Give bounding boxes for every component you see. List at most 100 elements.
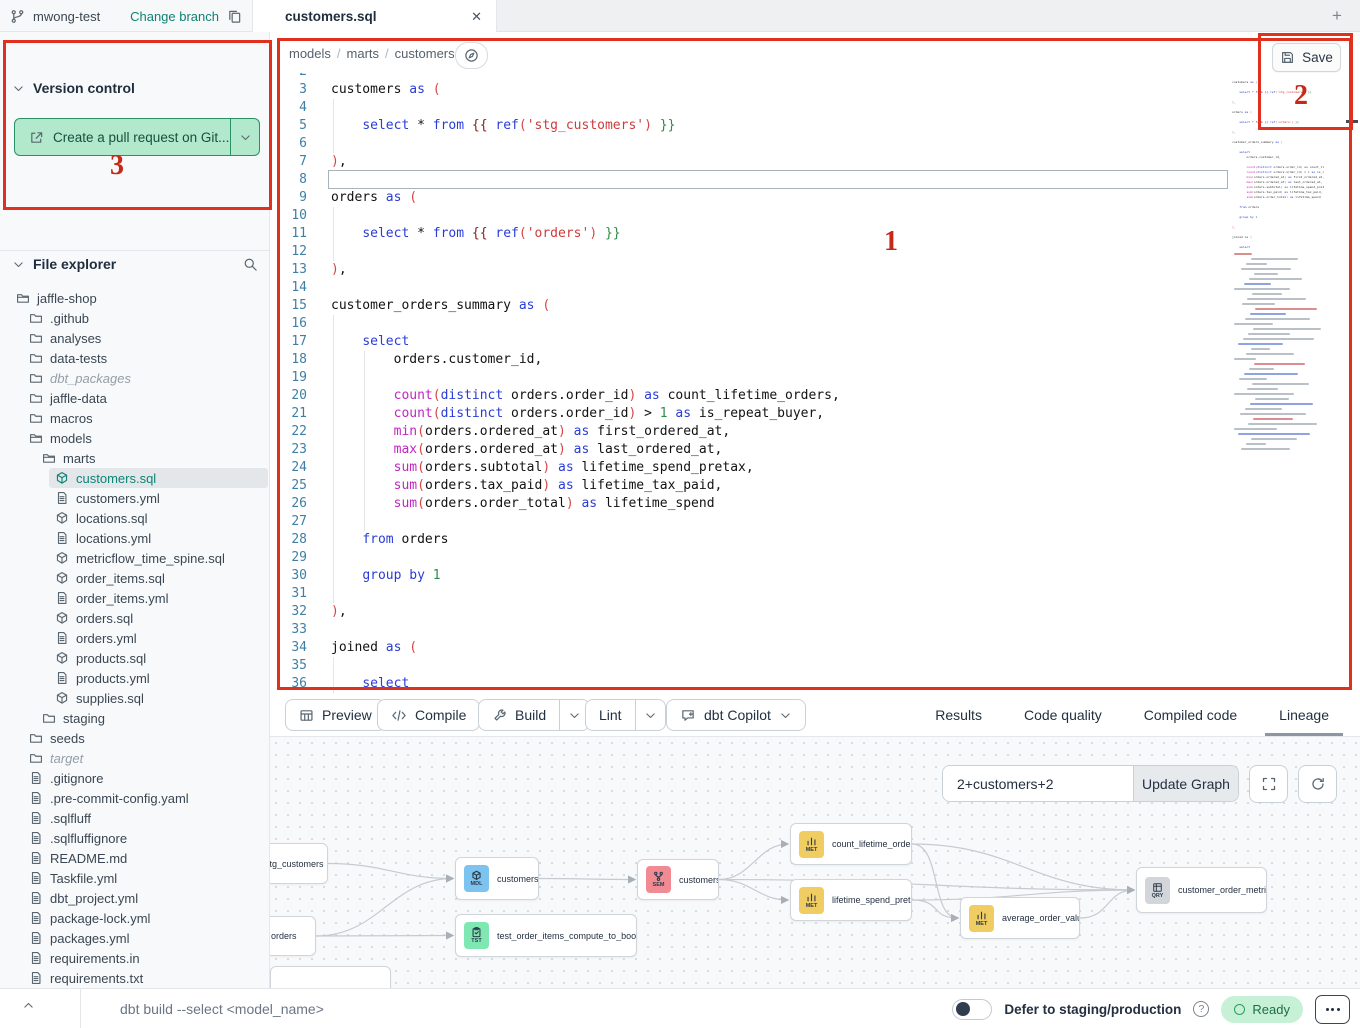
code-line-9[interactable]: orders as ( — [331, 189, 840, 207]
tree-item-supplies-sql[interactable]: supplies.sql — [0, 688, 268, 708]
tree-item-data-tests[interactable]: data-tests — [0, 348, 268, 368]
lineage-node-customer-order-metrics[interactable]: QRYcustomer_order_metrics — [1136, 867, 1267, 913]
dbt-copilot-button[interactable]: dbt Copilot — [666, 699, 806, 731]
close-icon[interactable]: ✕ — [471, 10, 482, 23]
code-line-15[interactable]: customer_orders_summary as ( — [331, 297, 840, 315]
code-line-3[interactable]: customers as ( — [331, 81, 840, 99]
code-line-6[interactable] — [331, 135, 840, 153]
code-line-11[interactable]: select * from {{ ref('orders') }} — [331, 225, 840, 243]
tree-item-jaffle-shop[interactable]: jaffle-shop — [0, 288, 268, 308]
more-options-button[interactable] — [1315, 995, 1350, 1024]
copy-icon[interactable] — [227, 9, 242, 24]
create-pull-request-button[interactable]: Create a pull request on Git... — [14, 118, 260, 156]
tree-item-products-sql[interactable]: products.sql — [0, 648, 268, 668]
tree-item-locations-sql[interactable]: locations.sql — [0, 508, 268, 528]
tree-item-seeds[interactable]: seeds — [0, 728, 268, 748]
tree-item-marts[interactable]: marts — [0, 448, 268, 468]
tree-item--github[interactable]: .github — [0, 308, 268, 328]
search-icon[interactable] — [243, 257, 258, 272]
code-line-23[interactable]: max(orders.ordered_at) as last_ordered_a… — [331, 441, 840, 459]
new-tab-button[interactable]: + — [1328, 7, 1346, 25]
lineage-node-partial-node[interactable] — [270, 966, 391, 988]
tree-item--sqlfluff[interactable]: .sqlfluff — [0, 808, 268, 828]
explore-button[interactable] — [455, 42, 488, 69]
code-line-13[interactable]: ), — [331, 261, 840, 279]
version-control-header[interactable]: Version control — [12, 80, 135, 96]
preview-button[interactable]: Preview — [285, 699, 386, 731]
tree-item-dbt-packages[interactable]: dbt_packages — [0, 368, 268, 388]
lineage-node-stg-customers[interactable]: stg_customers — [270, 843, 328, 884]
code-line-5[interactable]: select * from {{ ref('stg_customers') }} — [331, 117, 840, 135]
lineage-node-orders[interactable]: orders — [270, 916, 316, 956]
tree-item-customers-yml[interactable]: customers.yml — [0, 488, 268, 508]
tree-item-products-yml[interactable]: products.yml — [0, 668, 268, 688]
code-line-25[interactable]: sum(orders.tax_paid) as lifetime_tax_pai… — [331, 477, 840, 495]
tab-customers-sql[interactable]: customers.sql ✕ — [253, 0, 497, 32]
change-branch-link[interactable]: Change branch — [130, 9, 219, 24]
code-line-7[interactable]: ), — [331, 153, 840, 171]
tree-item-customers-sql[interactable]: customers.sql — [0, 468, 268, 488]
code-lines[interactable]: customers as ( select * from {{ ref('stg… — [331, 73, 840, 693]
lineage-node-customers-model[interactable]: MDLcustomers — [455, 857, 539, 900]
tree-item-dbt-project-yml[interactable]: dbt_project.yml — [0, 888, 268, 908]
update-graph-button[interactable]: Update Graph — [1133, 766, 1238, 801]
code-line-12[interactable] — [331, 243, 840, 261]
tree-item-target[interactable]: target — [0, 748, 268, 768]
code-line-35[interactable] — [331, 657, 840, 675]
tree-item--sqlfluffignore[interactable]: .sqlfluffignore — [0, 828, 268, 848]
code-line-22[interactable]: min(orders.ordered_at) as first_ordered_… — [331, 423, 840, 441]
code-line-34[interactable]: joined as ( — [331, 639, 840, 657]
lint-button[interactable]: Lint — [585, 699, 666, 731]
code-line-29[interactable] — [331, 549, 840, 567]
lineage-node-customers-semantic[interactable]: SEMcustomers — [637, 859, 719, 900]
lineage-filter-input[interactable] — [943, 766, 1133, 801]
tree-item-metricflow-time-spine-sql[interactable]: metricflow_time_spine.sql — [0, 548, 268, 568]
code-line-2[interactable] — [331, 73, 840, 81]
code-line-27[interactable] — [331, 513, 840, 531]
code-line-31[interactable] — [331, 585, 840, 603]
lint-dropdown-button[interactable] — [635, 700, 665, 730]
tree-item-packages-yml[interactable]: packages.yml — [0, 928, 268, 948]
tree-item--pre-commit-config-yaml[interactable]: .pre-commit-config.yaml — [0, 788, 268, 808]
code-line-19[interactable] — [331, 369, 840, 387]
tree-item-order-items-sql[interactable]: order_items.sql — [0, 568, 268, 588]
tree-item--gitignore[interactable]: .gitignore — [0, 768, 268, 788]
tab-code-quality[interactable]: Code quality — [1010, 697, 1116, 736]
tab-lineage[interactable]: Lineage — [1265, 697, 1343, 736]
tree-item-order-items-yml[interactable]: order_items.yml — [0, 588, 268, 608]
tree-item-models[interactable]: models — [0, 428, 268, 448]
code-line-33[interactable] — [331, 621, 840, 639]
code-line-26[interactable]: sum(orders.order_total) as lifetime_spen… — [331, 495, 840, 513]
chevron-up-icon[interactable] — [22, 999, 35, 1012]
tree-item-taskfile-yml[interactable]: Taskfile.yml — [0, 868, 268, 888]
lineage-node-count-lifetime-orders[interactable]: METcount_lifetime_orders — [790, 823, 912, 865]
code-line-24[interactable]: sum(orders.subtotal) as lifetime_spend_p… — [331, 459, 840, 477]
save-button[interactable]: Save — [1272, 43, 1341, 72]
breadcrumb-part[interactable]: marts — [347, 46, 380, 61]
lineage-node-test-order-items[interactable]: TSTtest_order_items_compute_to_bools... — [455, 914, 637, 957]
command-input[interactable]: dbt build --select <model_name> — [120, 1001, 324, 1017]
compile-button[interactable]: Compile — [377, 699, 480, 731]
refresh-button[interactable] — [1298, 765, 1337, 803]
code-line-4[interactable] — [331, 99, 840, 117]
code-line-14[interactable] — [331, 279, 840, 297]
lineage-node-average-order-value[interactable]: METaverage_order_value — [960, 897, 1080, 939]
help-icon[interactable]: ? — [1193, 1001, 1209, 1017]
lineage-node-lifetime-spend-pretax[interactable]: METlifetime_spend_pretax — [790, 879, 912, 921]
scrollbar-marker[interactable] — [1346, 120, 1358, 123]
build-button[interactable]: Build — [478, 699, 590, 731]
tree-item-package-lock-yml[interactable]: package-lock.yml — [0, 908, 268, 928]
tab-compiled-code[interactable]: Compiled code — [1130, 697, 1251, 736]
code-line-21[interactable]: count(distinct orders.order_id) > 1 as i… — [331, 405, 840, 423]
tree-item-locations-yml[interactable]: locations.yml — [0, 528, 268, 548]
tree-item-analyses[interactable]: analyses — [0, 328, 268, 348]
code-line-28[interactable]: from orders — [331, 531, 840, 549]
tree-item-jaffle-data[interactable]: jaffle-data — [0, 388, 268, 408]
fullscreen-button[interactable] — [1249, 765, 1288, 803]
tree-item-orders-sql[interactable]: orders.sql — [0, 608, 268, 628]
tree-item-requirements-in[interactable]: requirements.in — [0, 948, 268, 968]
tab-results[interactable]: Results — [921, 697, 996, 736]
pr-dropdown-button[interactable] — [231, 119, 259, 155]
code-line-36[interactable]: select — [331, 675, 840, 693]
file-explorer-header[interactable]: File explorer — [12, 256, 258, 272]
